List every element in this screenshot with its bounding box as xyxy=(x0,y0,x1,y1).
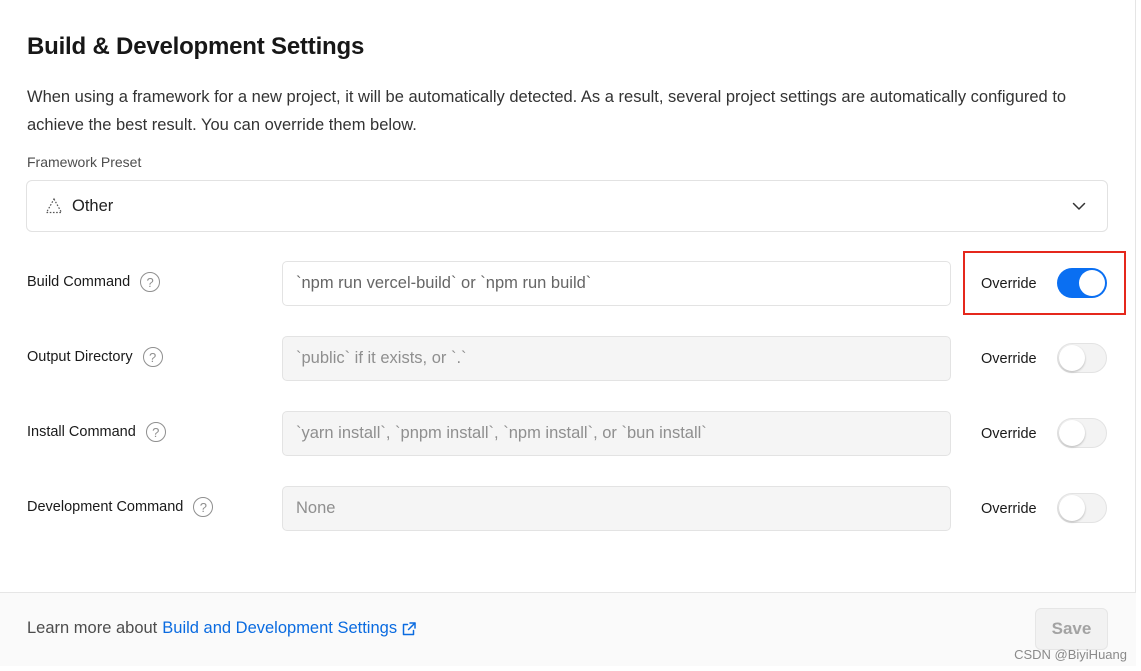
output-directory-override-toggle[interactable] xyxy=(1057,343,1107,373)
development-command-input[interactable] xyxy=(282,486,951,531)
learn-more-prefix: Learn more about xyxy=(27,619,158,637)
build-command-input[interactable] xyxy=(282,261,951,306)
section-title: Build & Development Settings xyxy=(27,33,365,60)
build-command-label-group: Build Command ? xyxy=(27,272,161,292)
install-command-input[interactable] xyxy=(282,411,951,456)
framework-preset-select[interactable]: Other xyxy=(26,180,1108,232)
output-directory-label-group: Output Directory ? xyxy=(27,347,163,367)
development-command-label: Development Command xyxy=(27,499,184,515)
install-command-label-group: Install Command ? xyxy=(27,422,166,442)
section-description: When using a framework for a new project… xyxy=(27,88,1067,134)
install-command-override-toggle[interactable] xyxy=(1057,418,1107,448)
settings-card: Build & Development Settings When using … xyxy=(0,0,1136,666)
chevron-down-icon xyxy=(1072,202,1086,210)
toggle-knob xyxy=(1059,495,1085,521)
output-directory-input[interactable] xyxy=(282,336,951,381)
install-command-label: Install Command xyxy=(27,424,136,440)
build-command-label: Build Command xyxy=(27,274,131,290)
install-command-override-label: Override xyxy=(981,426,1037,442)
framework-preset-value: Other xyxy=(72,196,114,215)
help-icon[interactable]: ? xyxy=(193,497,214,517)
watermark: CSDN @BiyiHuang xyxy=(1014,647,1127,662)
framework-preset-label: Framework Preset xyxy=(27,154,142,170)
development-command-override-label: Override xyxy=(981,501,1037,517)
framework-other-icon xyxy=(45,197,63,214)
output-directory-override-label: Override xyxy=(981,351,1037,367)
help-icon[interactable]: ? xyxy=(145,422,166,442)
learn-more-text: Learn more about Build and Development S… xyxy=(27,619,417,638)
external-link-icon[interactable] xyxy=(401,621,417,637)
toggle-knob xyxy=(1059,345,1085,371)
highlight-box xyxy=(963,251,1126,315)
card-footer: Learn more about Build and Development S… xyxy=(0,592,1136,666)
learn-more-link-label: Build and Development Settings xyxy=(162,619,398,637)
output-directory-label: Output Directory xyxy=(27,349,133,365)
help-icon[interactable]: ? xyxy=(140,272,161,292)
development-command-override-toggle[interactable] xyxy=(1057,493,1107,523)
toggle-knob xyxy=(1059,420,1085,446)
save-button[interactable]: Save xyxy=(1035,608,1108,650)
development-command-label-group: Development Command ? xyxy=(27,497,214,517)
help-icon[interactable]: ? xyxy=(142,347,163,367)
learn-more-link[interactable]: Build and Development Settings xyxy=(162,619,397,638)
